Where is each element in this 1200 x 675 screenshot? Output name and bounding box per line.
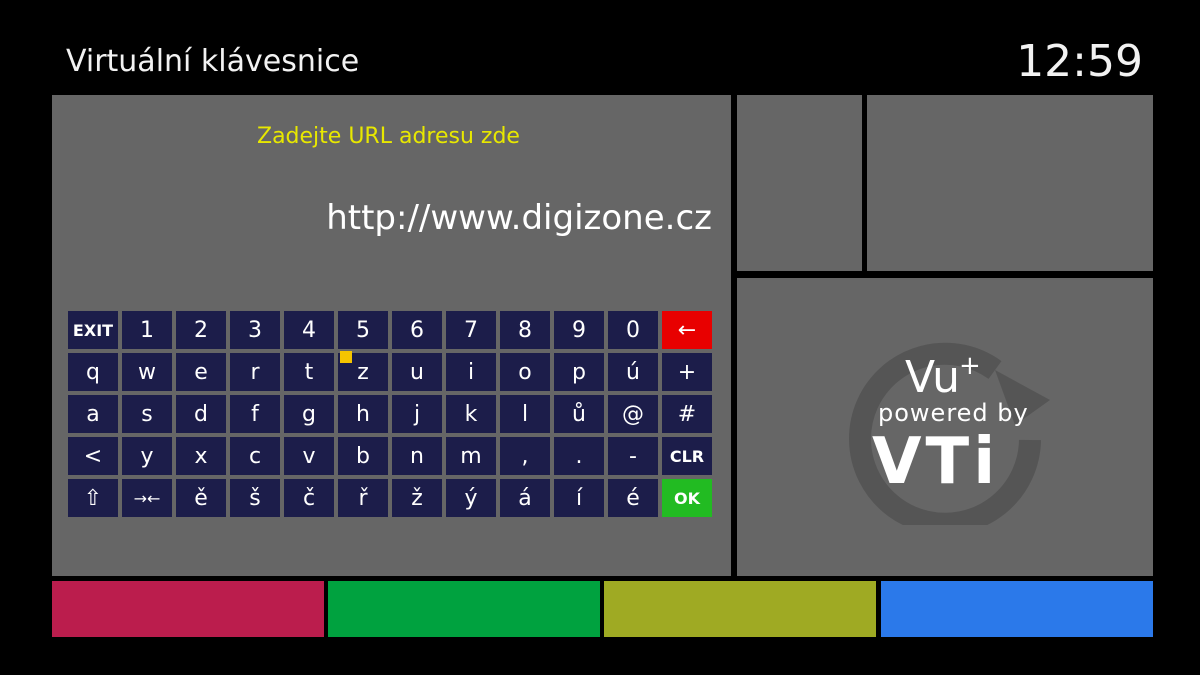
- key-comma[interactable]: ,: [500, 437, 550, 475]
- exit-key[interactable]: EXIT: [68, 311, 118, 349]
- key-x[interactable]: x: [176, 437, 226, 475]
- key-e-caron[interactable]: ě: [176, 479, 226, 517]
- key-j[interactable]: j: [392, 395, 442, 433]
- vu-logo-text: Vu: [905, 352, 960, 403]
- powered-by-text: powered by: [878, 399, 1029, 427]
- key-m[interactable]: m: [446, 437, 496, 475]
- key-2[interactable]: 2: [176, 311, 226, 349]
- preview-panel-small: [737, 95, 862, 271]
- clear-key[interactable]: CLR: [662, 437, 712, 475]
- key-9[interactable]: 9: [554, 311, 604, 349]
- keyboard-row: a s d f g h j k l ů @ #: [68, 395, 712, 433]
- yellow-button[interactable]: [604, 581, 876, 637]
- key-p[interactable]: p: [554, 353, 604, 391]
- screen-title: Virtuální klávesnice: [66, 44, 360, 79]
- vu-logo-plus: +: [959, 351, 981, 381]
- keyboard-row: q w e r t z u i o p ú +: [68, 353, 712, 391]
- key-t[interactable]: t: [284, 353, 334, 391]
- key-hash[interactable]: #: [662, 395, 712, 433]
- key-v[interactable]: v: [284, 437, 334, 475]
- shift-key[interactable]: ⇧: [68, 479, 118, 517]
- key-y[interactable]: y: [122, 437, 172, 475]
- key-c-caron[interactable]: č: [284, 479, 334, 517]
- virtual-keyboard: EXIT 1 2 3 4 5 6 7 8 9 0 ← q w e r t z u…: [68, 311, 712, 521]
- clock: 12:59: [1016, 36, 1143, 87]
- red-button[interactable]: [52, 581, 324, 637]
- green-button[interactable]: [328, 581, 600, 637]
- key-e-acute[interactable]: é: [608, 479, 658, 517]
- url-input[interactable]: http://www.digizone.cz: [326, 198, 712, 238]
- blue-button[interactable]: [881, 581, 1153, 637]
- key-u[interactable]: u: [392, 353, 442, 391]
- ok-key[interactable]: OK: [662, 479, 712, 517]
- input-prompt: Zadejte URL adresu zde: [257, 124, 520, 149]
- key-l[interactable]: l: [500, 395, 550, 433]
- key-1[interactable]: 1: [122, 311, 172, 349]
- key-8[interactable]: 8: [500, 311, 550, 349]
- keyboard-row: ⇧ →← ě š č ř ž ý á í é OK: [68, 479, 712, 517]
- key-u-acute[interactable]: ú: [608, 353, 658, 391]
- key-7[interactable]: 7: [446, 311, 496, 349]
- key-i-acute[interactable]: í: [554, 479, 604, 517]
- key-q[interactable]: q: [68, 353, 118, 391]
- key-b[interactable]: b: [338, 437, 388, 475]
- keyboard-row: < y x c v b n m , . - CLR: [68, 437, 712, 475]
- key-focus-indicator: [340, 351, 352, 363]
- key-z-caron[interactable]: ž: [392, 479, 442, 517]
- preview-panel-large: [867, 95, 1153, 271]
- key-n[interactable]: n: [392, 437, 442, 475]
- key-a-acute[interactable]: á: [500, 479, 550, 517]
- key-r[interactable]: r: [230, 353, 280, 391]
- key-w[interactable]: w: [122, 353, 172, 391]
- key-g[interactable]: g: [284, 395, 334, 433]
- key-at[interactable]: @: [608, 395, 658, 433]
- key-s[interactable]: s: [122, 395, 172, 433]
- key-plus[interactable]: +: [662, 353, 712, 391]
- key-a[interactable]: a: [68, 395, 118, 433]
- key-h[interactable]: h: [338, 395, 388, 433]
- key-i[interactable]: i: [446, 353, 496, 391]
- key-less-than[interactable]: <: [68, 437, 118, 475]
- key-y-acute[interactable]: ý: [446, 479, 496, 517]
- backspace-key[interactable]: ←: [662, 311, 712, 349]
- key-r-caron[interactable]: ř: [338, 479, 388, 517]
- key-o[interactable]: o: [500, 353, 550, 391]
- key-e[interactable]: e: [176, 353, 226, 391]
- key-d[interactable]: d: [176, 395, 226, 433]
- key-6[interactable]: 6: [392, 311, 442, 349]
- key-f[interactable]: f: [230, 395, 280, 433]
- key-k[interactable]: k: [446, 395, 496, 433]
- key-4[interactable]: 4: [284, 311, 334, 349]
- key-u-ring[interactable]: ů: [554, 395, 604, 433]
- keyboard-row: EXIT 1 2 3 4 5 6 7 8 9 0 ←: [68, 311, 712, 349]
- key-minus[interactable]: -: [608, 437, 658, 475]
- cursor-move-key[interactable]: →←: [122, 479, 172, 517]
- key-0[interactable]: 0: [608, 311, 658, 349]
- vti-logo-text: VTi: [872, 425, 1000, 499]
- key-s-caron[interactable]: š: [230, 479, 280, 517]
- key-period[interactable]: .: [554, 437, 604, 475]
- key-c[interactable]: c: [230, 437, 280, 475]
- key-3[interactable]: 3: [230, 311, 280, 349]
- key-5[interactable]: 5: [338, 311, 388, 349]
